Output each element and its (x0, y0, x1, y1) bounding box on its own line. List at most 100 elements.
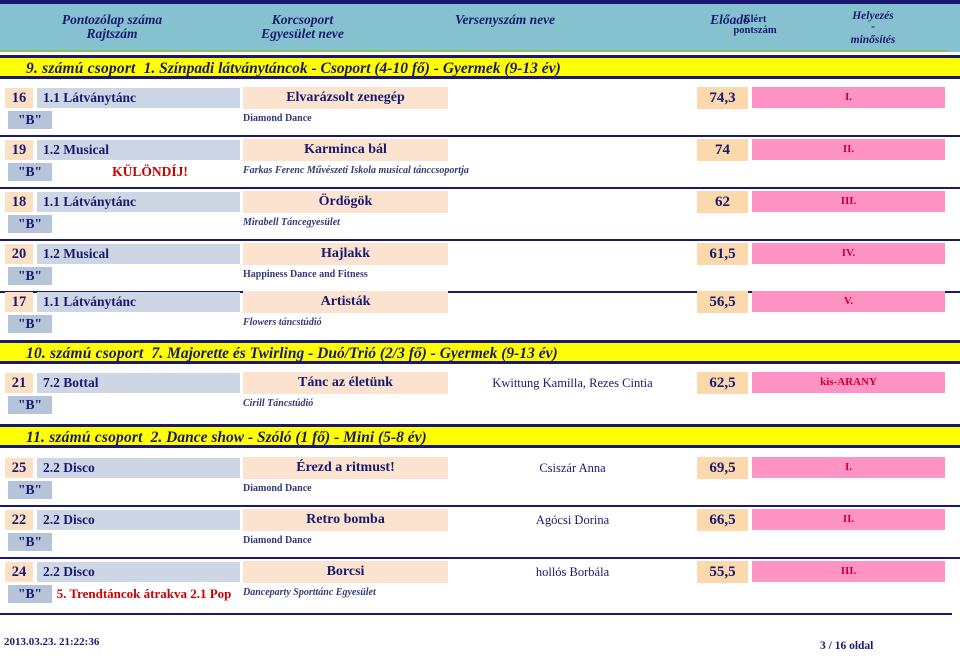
performance-title: Érezd a ritmust! (243, 457, 448, 479)
performance-title: Elvarázsolt zenegép (243, 87, 448, 109)
header-col-score-line1: Elért (743, 14, 767, 25)
category-name: 1.2 Musical (37, 140, 240, 160)
special-award: KÜLÖNDÍJ! (112, 164, 188, 179)
score-value: 74 (697, 139, 748, 161)
start-number: 21 (5, 373, 33, 393)
club-name: Happiness Dance and Fitness (243, 269, 368, 280)
footer-page-number: 3 / 16 oldal (820, 640, 874, 652)
group-title: 9. számú csoport 1. Színpadi látványtánco… (26, 60, 561, 78)
performance-title: Tánc az életünk (243, 372, 448, 394)
special-award (60, 267, 240, 285)
special-award (60, 533, 240, 551)
group-title-band: 10. számú csoport 7. Majorette és Twirlin… (0, 340, 960, 364)
table-row[interactable]: 19 "B" 1.2 Musical KÜLÖNDÍJ! Karminca bá… (0, 137, 960, 189)
table-row[interactable]: 17 "B" 1.1 Látványtánc Artisták Flowers … (0, 289, 960, 341)
category-name: 1.1 Látványtánc (37, 192, 240, 212)
club-name: Farkas Ferenc Művészeti Iskola musical t… (243, 165, 469, 176)
table-row[interactable]: 22 "B" 2.2 Disco Retro bomba Diamond Dan… (0, 507, 960, 559)
group-name: 2. Dance show - Szóló (1 fő) - Mini (5-8… (150, 429, 427, 446)
group-title-band: 11. számú csoport 2. Dance show - Szóló (… (0, 424, 960, 448)
club-name: Danceparty Sporttánc Egyesület (243, 587, 376, 598)
placement-badge: kis-ARANY (752, 372, 945, 393)
start-number: 25 (5, 458, 33, 478)
performer-names: Csiszár Anna (539, 461, 606, 475)
club-name: Diamond Dance (243, 113, 312, 124)
category-name: 7.2 Bottal (37, 373, 240, 393)
placement-badge: III. (752, 191, 945, 212)
group-title: 10. számú csoport 7. Majorette és Twirlin… (26, 345, 558, 363)
special-award (60, 481, 240, 499)
header-col-placement: Helyezés - minősítés (818, 10, 928, 46)
placement-badge: I. (752, 457, 945, 478)
header-col-agegroup-line1: Korcsoport (271, 12, 334, 27)
performer-names (455, 140, 690, 160)
performer-names: hollós Borbála (535, 565, 610, 579)
start-number: 24 (5, 562, 33, 582)
special-award (60, 111, 240, 129)
category-name: 1.2 Musical (37, 244, 240, 264)
placement-badge: V. (752, 291, 945, 312)
performer-names (455, 292, 690, 312)
score-value: 74,3 (697, 87, 748, 109)
score-value: 62,5 (697, 372, 748, 394)
category-tag: "B" (8, 481, 52, 499)
category-name: 2.2 Disco (37, 562, 240, 582)
performance-title: Hajlakk (243, 243, 448, 265)
placement-badge: I. (752, 87, 945, 108)
start-number: 16 (5, 88, 33, 108)
footer-timestamp: 2013.03.23. 21:22:36 (4, 636, 100, 648)
start-number: 17 (5, 292, 33, 312)
performance-title: Retro bomba (243, 509, 448, 531)
special-award (60, 315, 240, 333)
category-name: 2.2 Disco (37, 458, 240, 478)
placement-badge: III. (752, 561, 945, 582)
table-row[interactable]: 18 "B" 1.1 Látványtánc Ördögök Mirabell … (0, 189, 960, 241)
group-number: 10. számú csoport (26, 345, 144, 362)
start-number: 19 (5, 140, 33, 160)
table-row[interactable]: 25 "B" 2.2 Disco Érezd a ritmust! Diamon… (0, 455, 960, 507)
performer-names (455, 244, 690, 264)
category-tag: "B" (8, 267, 52, 285)
category-tag: "B" (8, 111, 52, 129)
table-row[interactable]: 21 "B" 7.2 Bottal Tánc az életünk Cirill… (0, 370, 960, 422)
score-value: 69,5 (697, 457, 748, 479)
placement-badge: II. (752, 139, 945, 160)
table-header-band: Pontozólap száma Rajtszám Korcsoport Egy… (0, 0, 960, 52)
header-col-startnumber-line1: Pontozólap száma (61, 12, 163, 27)
header-col-placement-line2: minősítés (850, 33, 896, 46)
start-number: 18 (5, 192, 33, 212)
table-row[interactable]: 16 "B" 1.1 Látványtánc Elvarázsolt zeneg… (0, 85, 960, 137)
group-name: 7. Majorette és Twirling - Duó/Trió (2/3… (151, 345, 558, 362)
score-value: 56,5 (697, 291, 748, 313)
special-award: 5. Trendtáncok átrakva 2.1 Pop (56, 586, 232, 601)
performer-names: Kwittung Kamilla, Rezes Cintia (492, 376, 653, 390)
start-number: 22 (5, 510, 33, 530)
table-row[interactable]: 24 "B" 2.2 Disco 5. Trendtáncok átrakva … (0, 559, 960, 611)
header-underline (0, 50, 948, 52)
category-tag: "B" (8, 315, 52, 333)
category-tag: "B" (8, 215, 52, 233)
score-value: 62 (697, 191, 748, 213)
header-col-score: Elért pontszám (712, 14, 798, 36)
club-name: Diamond Dance (243, 483, 312, 494)
performance-title: Ördögök (243, 191, 448, 213)
performance-title: Artisták (243, 291, 448, 313)
special-award (60, 396, 240, 414)
score-value: 66,5 (697, 509, 748, 531)
club-name: Mirabell Táncegyesület (243, 217, 340, 228)
club-name: Diamond Dance (243, 535, 312, 546)
category-name: 1.1 Látványtánc (37, 88, 240, 108)
club-name: Cirill Táncstúdió (243, 398, 314, 409)
category-tag: "B" (8, 396, 52, 414)
performer-names: Agócsi Dorina (535, 513, 610, 527)
special-award (60, 215, 240, 233)
footer-divider (0, 613, 952, 615)
table-row[interactable]: 20 "B" 1.2 Musical Hajlakk Happiness Dan… (0, 241, 960, 293)
performer-names (455, 88, 690, 108)
header-col-agegroup-line2: Egyesület neve (261, 26, 344, 42)
category-tag: "B" (8, 163, 52, 181)
score-value: 61,5 (697, 243, 748, 265)
group-number: 9. számú csoport (26, 60, 136, 77)
group-number: 11. számú csoport (26, 429, 143, 446)
header-col-agegroup: Korcsoport Egyesület neve (215, 12, 390, 42)
